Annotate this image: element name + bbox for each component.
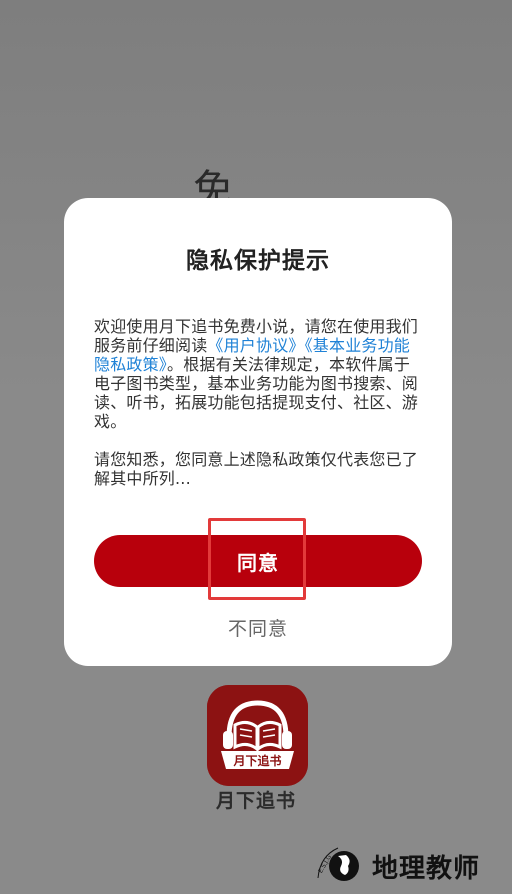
notice-paragraph: 请您知悉，您同意上述隐私政策仅代表您已了解其中所列... [94,450,419,488]
user-agreement-link[interactable]: 《用户协议》 [207,336,304,355]
agree-highlight-box [208,518,306,600]
app-logo: 月下追书 [207,685,308,786]
dialog-body: 欢迎使用月下追书免费小说，请您在使用我们服务前仔细阅读《用户协议》《基本业务功能… [94,317,424,488]
logo-text: 月下追书 [232,753,281,768]
dialog-title: 隐私保护提示 [186,248,330,274]
watermark: E.S.J.G 地理教师 [312,842,480,890]
disagree-button[interactable]: 不同意 [64,614,452,641]
open-book-icon: 月下追书 [207,685,308,786]
privacy-dialog: 隐私保护提示 欢迎使用月下追书免费小说，请您在使用我们服务前仔细阅读《用户协议》… [64,198,452,666]
watermark-text: 地理教师 [372,853,481,884]
globe-emblem-icon: E.S.J.G [312,842,368,890]
app-name: 月下追书 [215,790,296,812]
privacy-intro-paragraph: 欢迎使用月下追书免费小说，请您在使用我们服务前仔细阅读《用户协议》《基本业务功能… [94,317,424,431]
